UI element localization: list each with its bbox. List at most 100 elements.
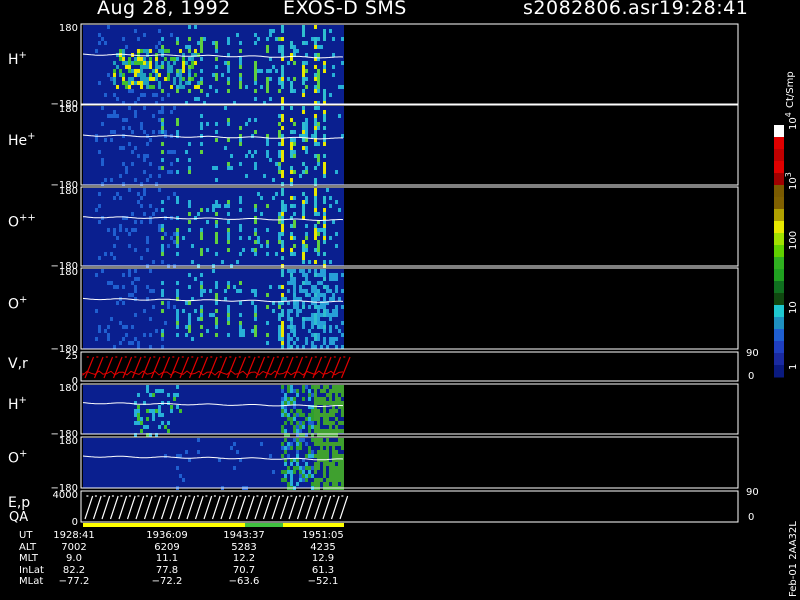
spectrogram-cell — [290, 89, 293, 93]
spectrogram-cell — [119, 49, 122, 53]
spectrogram-cell — [137, 37, 140, 41]
spectrogram-cell — [329, 413, 332, 417]
spectrogram-cell — [152, 289, 155, 293]
spectrogram-cell — [188, 325, 191, 329]
spectrogram-cell — [299, 421, 302, 425]
spectrogram-cell — [284, 204, 287, 208]
spectrogram-cell — [335, 409, 338, 413]
spectrogram-cell — [170, 85, 173, 89]
spectrogram-cell — [290, 150, 293, 154]
x-axis-row-mlat: MLat −77.2 −72.2 −63.6 −52.1 — [0, 576, 360, 588]
spectrogram-cell — [287, 77, 290, 81]
spectrogram-cell — [257, 37, 260, 41]
spectrogram-cell — [227, 77, 230, 81]
spectrogram-cell — [182, 77, 185, 81]
spectrogram-cell — [125, 85, 128, 89]
spectrogram-cell — [323, 236, 326, 240]
spectrogram-cell — [305, 236, 308, 240]
spectrogram-cell — [239, 77, 242, 81]
spectrogram-cell — [206, 329, 209, 333]
spectrogram-cell — [119, 57, 122, 61]
spectrogram-cell — [329, 389, 332, 393]
spectrogram-cell — [152, 212, 155, 216]
spectrogram-cell — [326, 482, 329, 486]
spectrogram-cell — [143, 212, 146, 216]
spectrogram-cell — [185, 61, 188, 65]
spectrogram-cell — [293, 61, 296, 65]
spectrogram-cell — [293, 397, 296, 401]
spectrogram-cell — [188, 204, 191, 208]
spectrogram-cell — [254, 208, 257, 212]
spectrogram-cell — [188, 321, 191, 325]
spectrogram-cell — [314, 305, 317, 309]
spectrogram-cell — [314, 196, 317, 200]
spectrogram-cell — [179, 85, 182, 89]
spectrogram-cell — [161, 421, 164, 425]
spectrogram-cell — [278, 166, 281, 170]
spectrogram-cell — [335, 450, 338, 454]
colorbar-swatch — [774, 365, 784, 378]
spectrogram-cell — [206, 220, 209, 224]
spectrogram-cell — [158, 110, 161, 114]
spectrogram-cell — [281, 341, 284, 345]
spectrogram-cell — [320, 454, 323, 458]
spectrogram-cell — [137, 421, 140, 425]
spectrogram-cell — [161, 329, 164, 333]
spectrogram-cell — [317, 417, 320, 421]
x-axis-value: 1951:05 — [302, 530, 344, 541]
spectrogram-cell — [281, 429, 284, 433]
spectrogram-cell — [317, 333, 320, 337]
spectrogram-cell — [320, 321, 323, 325]
spectrogram-cell — [293, 470, 296, 474]
x-axis-table: UT 1928:41 1936:09 1943:37 1951:05 ALT 7002 620… — [0, 530, 360, 588]
spectrogram-cell — [200, 293, 203, 297]
spectrogram-cell — [146, 285, 149, 289]
spectrogram-cell — [128, 232, 131, 236]
spectrogram-cell — [281, 174, 284, 178]
spectrogram-cell — [137, 53, 140, 57]
spectrogram-cell — [293, 301, 296, 305]
spectrogram-cell — [140, 429, 143, 433]
spectrogram-cell — [149, 393, 152, 397]
x-axis-row-inlat: InLat 82.2 77.8 70.7 61.3 — [0, 565, 360, 577]
spectrogram-cell — [281, 389, 284, 393]
spectrogram-cell — [293, 244, 296, 248]
spectrogram-cell — [287, 466, 290, 470]
spectrogram-cell — [188, 329, 191, 333]
spectrogram-cell — [323, 341, 326, 345]
spectrogram-cell — [287, 317, 290, 321]
spectrogram-cell — [320, 446, 323, 450]
spectrogram-cell — [281, 114, 284, 118]
spectrogram-cell — [197, 438, 200, 442]
spectrogram-cell — [332, 73, 335, 77]
spectrogram-cell — [305, 454, 308, 458]
spectrogram-cell — [299, 446, 302, 450]
spectrogram-cell — [320, 397, 323, 401]
spectrogram-cell — [257, 240, 260, 244]
spectrogram-cell — [278, 236, 281, 240]
spectrogram-cell — [338, 208, 341, 212]
spectrogram-cell — [260, 196, 263, 200]
spectrogram-cell — [149, 269, 152, 273]
spectrogram-cell — [116, 53, 119, 57]
spectrogram-cell — [314, 77, 317, 81]
spectrogram-cell — [302, 93, 305, 97]
spectrogram-cell — [215, 200, 218, 204]
spectrogram-cell — [302, 269, 305, 273]
spectrogram-cell — [125, 65, 128, 69]
spectrogram-cell — [323, 417, 326, 421]
spectrogram-cell — [287, 289, 290, 293]
spectrogram-cell — [323, 126, 326, 130]
spectrogram-cell — [332, 65, 335, 69]
spectrogram-cell — [302, 126, 305, 130]
spectrogram-cell — [173, 106, 176, 110]
spectrogram-cell — [125, 61, 128, 65]
spectrogram-cell — [248, 236, 251, 240]
spectrogram-cell — [155, 61, 158, 65]
spectrogram-cell — [287, 470, 290, 474]
spectrogram-cell — [239, 281, 242, 285]
spectrogram-cell — [323, 389, 326, 393]
spectrogram-cell — [314, 45, 317, 49]
spectrogram-cell — [110, 281, 113, 285]
spectrogram-cell — [302, 470, 305, 474]
